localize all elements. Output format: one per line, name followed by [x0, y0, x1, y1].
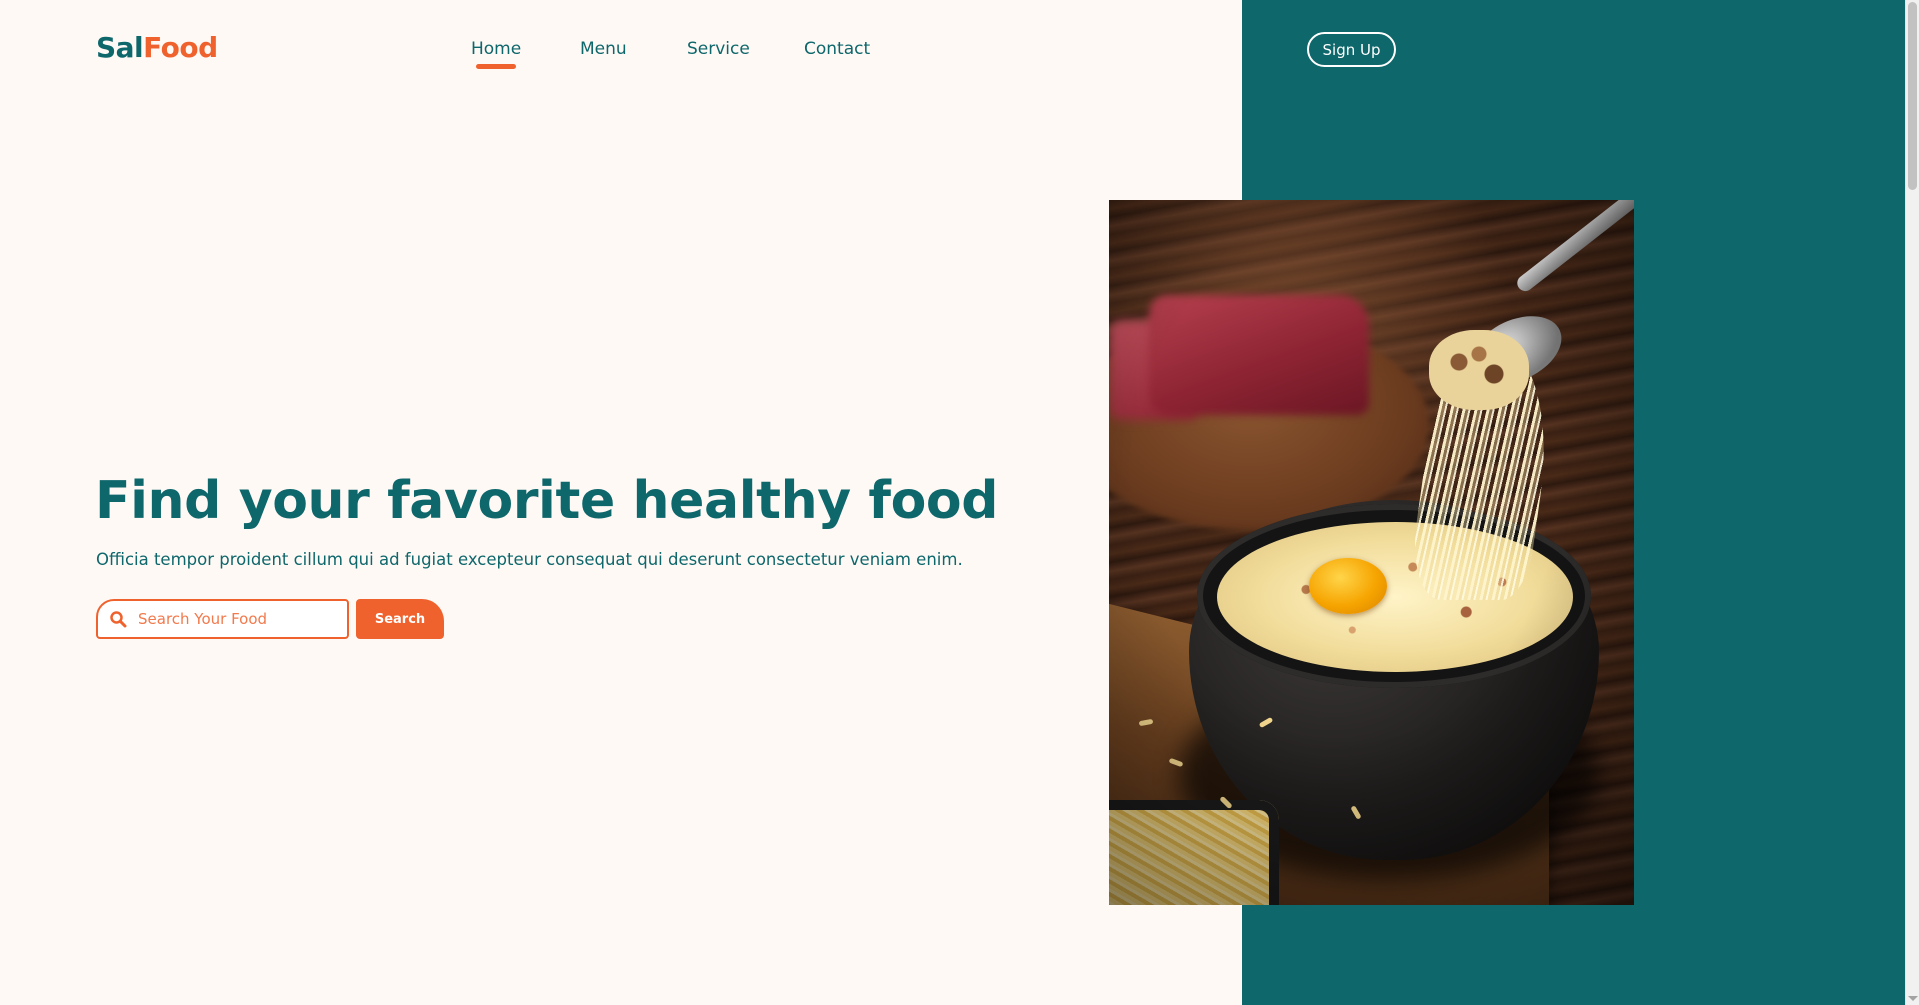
hero-subtitle: Officia tempor proident cillum qui ad fu…	[96, 550, 963, 569]
nav-item-contact[interactable]: Contact	[804, 37, 870, 61]
scrollbar-thumb[interactable]	[1908, 2, 1917, 190]
active-nav-indicator	[476, 64, 517, 69]
nav-item-service[interactable]: Service	[687, 37, 750, 61]
brand-logo[interactable]: SalFood	[96, 31, 218, 65]
nav-item-label: Menu	[580, 39, 627, 59]
nav-item-label: Home	[471, 39, 522, 59]
brand-logo-part2: Food	[143, 31, 218, 64]
scroll-down-arrow-icon[interactable]	[1908, 996, 1918, 1001]
search-icon	[110, 611, 127, 628]
search-input[interactable]	[138, 606, 338, 632]
hero-title: Find your favorite healthy food	[95, 471, 999, 531]
search-button[interactable]: Search	[356, 599, 444, 639]
sign-up-button[interactable]: Sign Up	[1307, 32, 1396, 67]
hero-food-image	[1109, 200, 1634, 905]
nav-item-label: Service	[687, 39, 750, 59]
nav-item-home[interactable]: Home	[471, 37, 522, 69]
photo-vignette	[1109, 200, 1634, 905]
brand-logo-part1: Sal	[96, 31, 144, 64]
vertical-scrollbar[interactable]	[1905, 0, 1919, 1005]
search-box[interactable]	[96, 599, 349, 639]
nav-item-menu[interactable]: Menu	[580, 37, 627, 61]
nav-item-label: Contact	[804, 39, 871, 59]
